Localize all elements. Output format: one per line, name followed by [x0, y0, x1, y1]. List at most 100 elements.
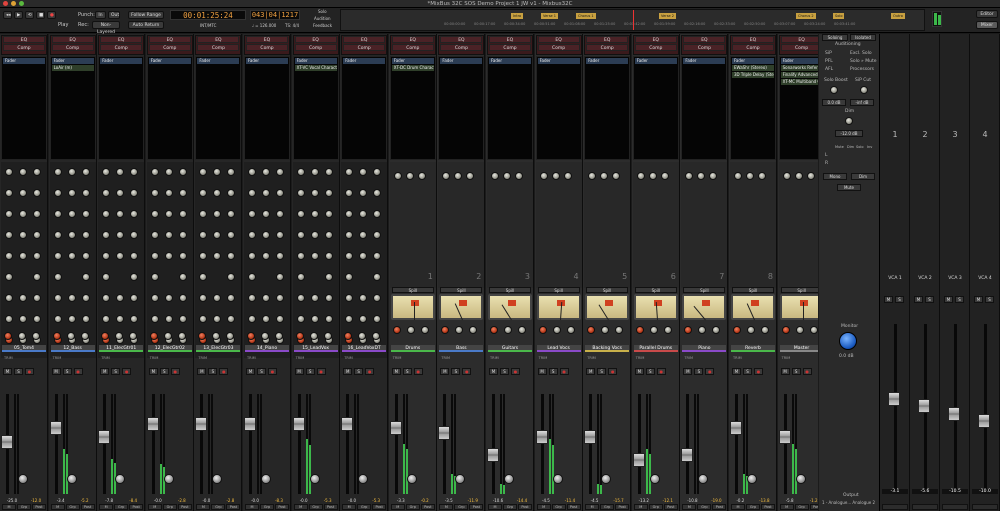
plugin-box[interactable]: Fader [438, 56, 485, 160]
parameter-knob[interactable] [310, 231, 319, 239]
parameter-knob[interactable] [102, 210, 111, 218]
punch-in-button[interactable]: In [95, 11, 106, 19]
eq-button[interactable]: EQ [343, 36, 386, 43]
spill-button[interactable]: Spill [732, 287, 774, 293]
vca-value[interactable]: -10.0 [972, 489, 998, 494]
plugin-slot[interactable]: 3D Triple Delay (Ster [732, 72, 774, 78]
parameter-knob[interactable] [276, 210, 284, 218]
parameter-knob[interactable] [150, 231, 159, 239]
parameter-knob[interactable] [262, 315, 270, 323]
parameter-knob[interactable] [276, 273, 284, 281]
input-trim-knob[interactable] [795, 474, 806, 484]
parameter-knob[interactable] [262, 231, 270, 239]
record-arm-button[interactable]: ● [73, 368, 83, 375]
plugin-slot[interactable]: Fader [634, 58, 677, 64]
parameter-knob[interactable] [373, 168, 382, 176]
fader-handle[interactable] [730, 421, 742, 435]
mute-button[interactable]: M [391, 368, 401, 375]
parameter-knob[interactable] [81, 315, 90, 323]
parameter-knob[interactable] [102, 315, 111, 323]
parameter-knob[interactable] [130, 189, 139, 197]
mute-button[interactable]: M [683, 368, 693, 375]
parameter-knob[interactable] [373, 189, 382, 197]
strip-m-button[interactable]: M [147, 504, 162, 510]
parameter-knob[interactable] [178, 210, 187, 218]
strip-post-button[interactable]: Post [226, 504, 241, 510]
parameter-knob[interactable] [178, 315, 187, 323]
fader-handle[interactable] [98, 430, 111, 444]
parameter-knob[interactable] [5, 294, 13, 302]
strip-name[interactable]: 14_Piano [245, 345, 289, 352]
plugin-box[interactable]: Fader EWaShr (Stereo) 3D Triple Delay (Ste… [730, 56, 776, 160]
input-trim-knob[interactable] [163, 474, 174, 484]
gain-value[interactable]: -13.2 [639, 498, 649, 503]
mixer-button[interactable]: Mixer [976, 21, 998, 29]
parameter-knob[interactable] [199, 252, 208, 260]
send-knob[interactable] [420, 326, 429, 334]
soloing-button[interactable]: Soloing [822, 34, 848, 41]
solo-button[interactable]: S [791, 368, 801, 375]
solo-boost-knob[interactable] [830, 86, 838, 94]
record-arm-button[interactable]: ● [413, 368, 423, 375]
parameter-knob[interactable] [102, 294, 111, 302]
input-trim-knob[interactable] [552, 474, 563, 484]
eq-button[interactable]: EQ [246, 36, 288, 43]
dim-value[interactable]: -12.0 dB [835, 130, 863, 137]
tone-knob[interactable] [648, 172, 657, 180]
tone-knob[interactable] [697, 172, 706, 180]
parameter-knob[interactable] [296, 315, 305, 323]
comp-button[interactable]: Comp [246, 44, 288, 51]
timeline-marker[interactable]: Chorus 1 [576, 13, 596, 19]
record-arm-button[interactable]: ● [511, 368, 520, 375]
strip-grp-button[interactable]: Grp [17, 504, 31, 510]
vca-value[interactable]: -5.6 [912, 489, 938, 494]
strip-post-button[interactable]: Post [469, 504, 484, 510]
parameter-knob[interactable] [67, 231, 76, 239]
comp-button[interactable]: Comp [634, 44, 677, 51]
strip-m-button[interactable]: M [2, 504, 16, 510]
gain-value[interactable]: -10.6 [493, 498, 503, 503]
vca-solo-button[interactable]: S [925, 296, 934, 303]
strip-grp-button[interactable]: Grp [648, 504, 663, 510]
tone-knob[interactable] [660, 172, 669, 180]
parameter-knob[interactable] [178, 231, 187, 239]
strip-name[interactable]: 05_Tom4 [2, 345, 46, 352]
parameter-knob[interactable] [359, 231, 368, 239]
tone-knob[interactable] [454, 172, 463, 180]
meter-label[interactable]: TS: 4/4 [285, 23, 299, 28]
vca-value[interactable]: -10.5 [942, 489, 968, 494]
parameter-knob[interactable] [227, 252, 236, 260]
parameter-knob[interactable] [324, 315, 333, 323]
parameter-knob[interactable] [102, 231, 111, 239]
parameter-knob[interactable] [373, 294, 382, 302]
parameter-knob[interactable] [324, 210, 333, 218]
monitor-mute-button[interactable]: Mute [837, 184, 861, 191]
strip-name[interactable]: Drums [390, 345, 435, 352]
input-trim-knob[interactable] [747, 474, 757, 484]
parameter-knob[interactable] [199, 210, 208, 218]
gain-value[interactable]: -7.8 [105, 498, 113, 503]
parameter-knob[interactable] [345, 168, 354, 176]
strip-grp-button[interactable]: Grp [503, 504, 517, 510]
fader-handle[interactable] [681, 448, 694, 462]
plugin-box[interactable]: Fader [535, 56, 582, 160]
afl-radio[interactable]: AFL [825, 67, 833, 72]
comp-button[interactable]: Comp [100, 44, 143, 51]
plugin-box[interactable]: Fader [1, 56, 47, 160]
stop-button[interactable]: ■ [36, 11, 45, 19]
solo-button[interactable]: S [500, 368, 509, 375]
send-knob[interactable] [18, 332, 26, 340]
fader-handle[interactable] [146, 416, 159, 431]
timeline-marker[interactable]: Chorus 2 [796, 13, 816, 19]
sip-cut-knob[interactable] [860, 86, 868, 94]
fader-handle[interactable] [535, 430, 548, 444]
eq-button[interactable]: EQ [683, 36, 726, 43]
plugin-box[interactable]: Fader [487, 56, 533, 160]
primary-clock[interactable]: 00:01:25:24 [170, 10, 246, 20]
parameter-knob[interactable] [5, 273, 13, 281]
parameter-knob[interactable] [164, 168, 173, 176]
parameter-knob[interactable] [296, 168, 305, 176]
strip-name[interactable]: Reverb [731, 345, 775, 352]
fader-handle[interactable] [49, 421, 62, 435]
send-knob[interactable] [275, 332, 283, 340]
